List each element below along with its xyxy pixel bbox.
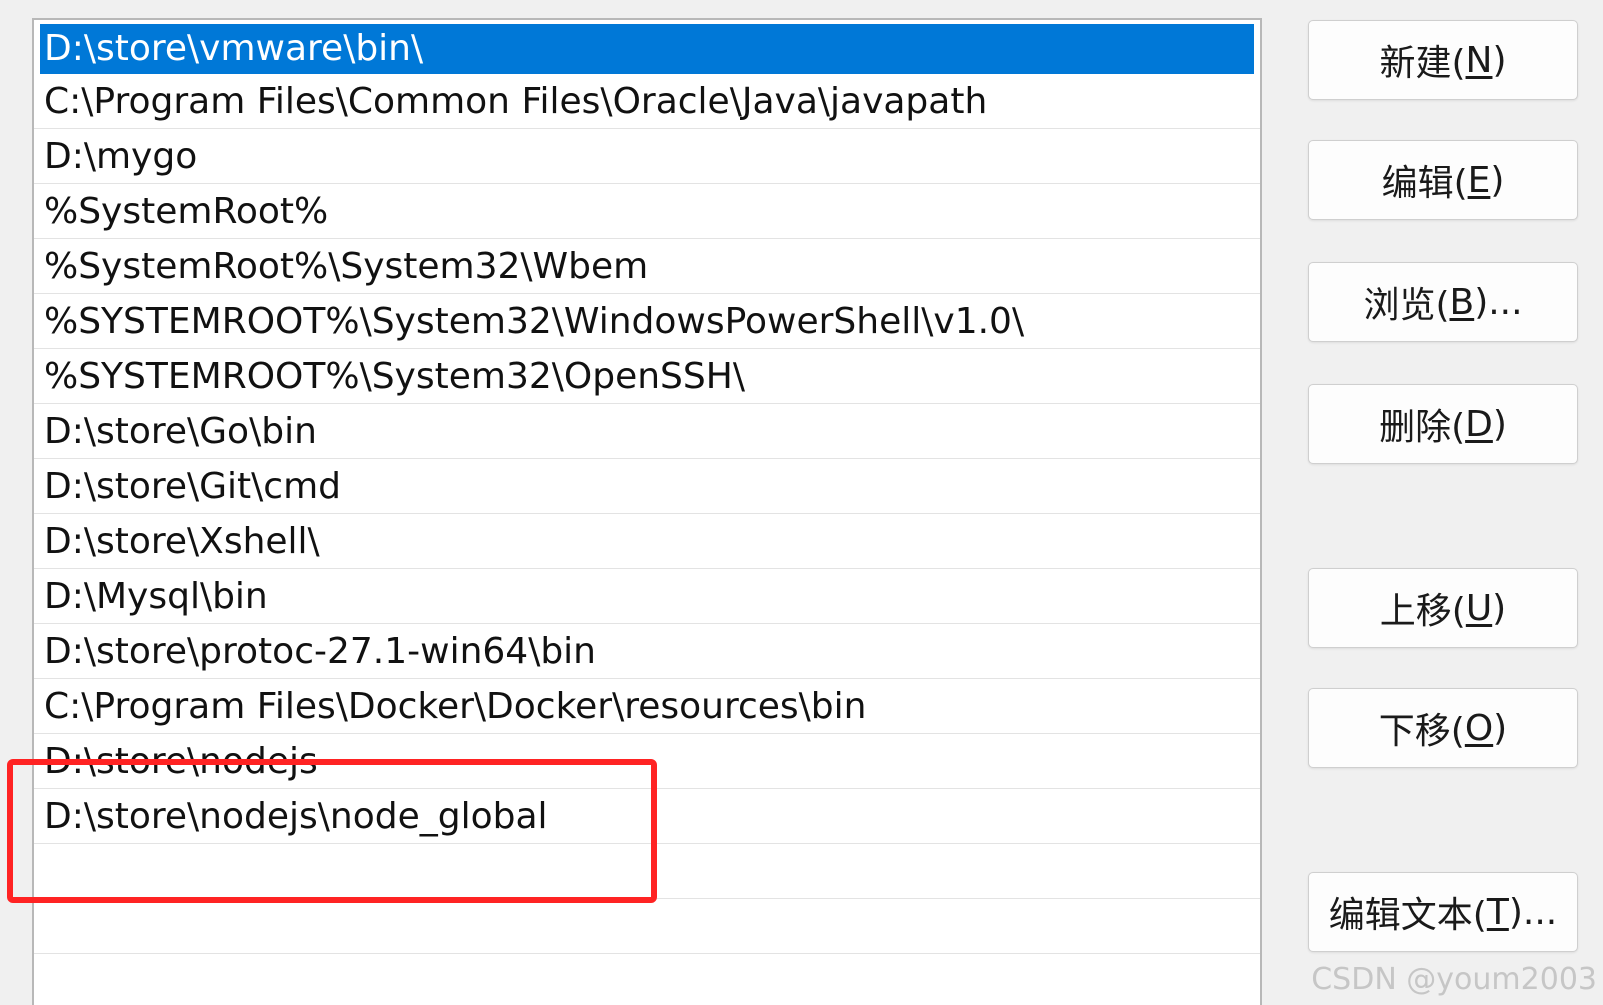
path-list-item[interactable]: D:\store\Git\cmd <box>34 459 1260 514</box>
move-down-button-mnemonic: O <box>1464 707 1494 749</box>
edit-button-label: 编辑( <box>1381 163 1468 204</box>
path-list-item[interactable]: D:\mygo <box>34 129 1260 184</box>
browse-button[interactable]: 浏览(B)... <box>1308 262 1578 342</box>
delete-button-mnemonic: D <box>1465 403 1493 445</box>
path-list-item[interactable]: D:\Mysql\bin <box>34 569 1260 624</box>
path-list-item[interactable]: %SystemRoot% <box>34 184 1260 239</box>
edit-environment-variable-dialog: D:\store\vmware\bin\ C:\Program Files\Co… <box>0 0 1603 1005</box>
path-list-item[interactable]: %SYSTEMROOT%\System32\WindowsPowerShell\… <box>34 294 1260 349</box>
move-up-button-label: 上移( <box>1379 591 1466 632</box>
path-list-item[interactable]: D:\store\vmware\bin\ <box>40 24 1254 74</box>
edit-text-button-label: 编辑文本( <box>1328 895 1487 936</box>
move-down-button[interactable]: 下移(O) <box>1308 688 1578 768</box>
browse-button-mnemonic: B <box>1449 281 1475 323</box>
new-button[interactable]: 新建(N) <box>1308 20 1578 100</box>
delete-button-suffix: ) <box>1492 403 1507 445</box>
edit-button-mnemonic: E <box>1467 159 1491 201</box>
path-list-item[interactable]: D:\store\Xshell\ <box>34 514 1260 569</box>
path-list-item[interactable]: %SYSTEMROOT%\System32\OpenSSH\ <box>34 349 1260 404</box>
move-up-button-suffix: ) <box>1492 587 1507 629</box>
move-down-button-suffix: ) <box>1493 707 1508 749</box>
path-list-item[interactable]: D:\store\nodejs <box>34 734 1260 789</box>
csdn-watermark: CSDN @youm2003 <box>1311 962 1597 997</box>
path-list-item[interactable]: D:\store\nodejs\node_global <box>34 789 1260 844</box>
edit-text-button[interactable]: 编辑文本(T)... <box>1308 872 1578 952</box>
new-button-suffix: ) <box>1492 39 1507 81</box>
new-button-label: 新建( <box>1379 43 1466 84</box>
edit-text-button-suffix: )... <box>1508 891 1558 933</box>
delete-button[interactable]: 删除(D) <box>1308 384 1578 464</box>
path-list-item[interactable]: C:\Program Files\Common Files\Oracle\Jav… <box>34 74 1260 129</box>
path-list-rows: D:\store\vmware\bin\ C:\Program Files\Co… <box>34 20 1260 954</box>
path-list-empty-row[interactable] <box>34 844 1260 899</box>
path-list-empty-row[interactable] <box>34 899 1260 954</box>
browse-button-suffix: )... <box>1474 281 1523 323</box>
path-list-item[interactable]: C:\Program Files\Docker\Docker\resources… <box>34 679 1260 734</box>
edit-text-button-mnemonic: T <box>1486 891 1509 933</box>
path-list-item[interactable]: %SystemRoot%\System32\Wbem <box>34 239 1260 294</box>
delete-button-label: 删除( <box>1379 407 1466 448</box>
move-up-button[interactable]: 上移(U) <box>1308 568 1578 648</box>
move-up-button-mnemonic: U <box>1465 587 1493 629</box>
path-list-item[interactable]: D:\store\Go\bin <box>34 404 1260 459</box>
edit-button-suffix: ) <box>1490 159 1505 201</box>
path-list-item[interactable]: D:\store\protoc-27.1-win64\bin <box>34 624 1260 679</box>
browse-button-label: 浏览( <box>1363 285 1450 326</box>
edit-button[interactable]: 编辑(E) <box>1308 140 1578 220</box>
move-down-button-label: 下移( <box>1378 711 1465 752</box>
new-button-mnemonic: N <box>1465 39 1493 81</box>
path-list[interactable]: D:\store\vmware\bin\ C:\Program Files\Co… <box>32 18 1262 1005</box>
